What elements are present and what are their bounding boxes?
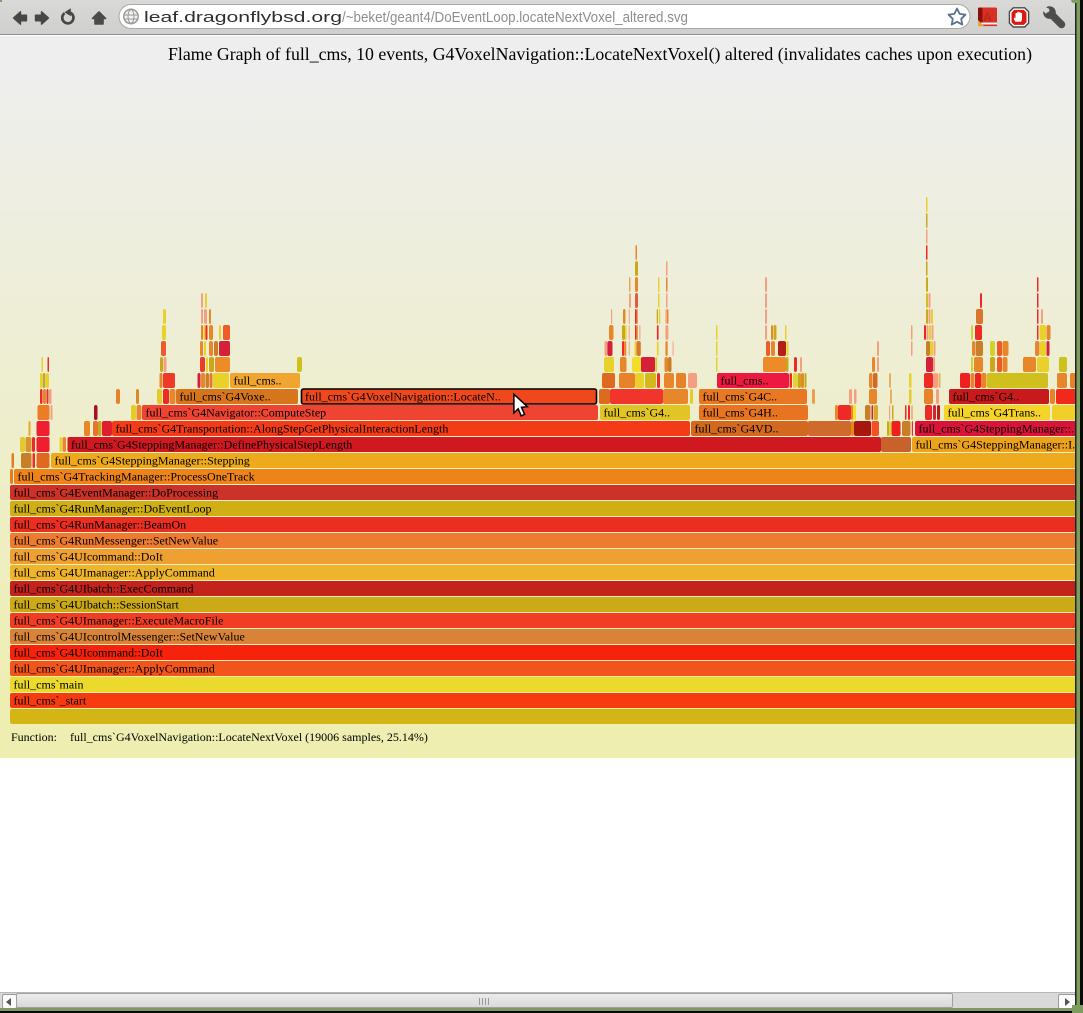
svg-text:full_cms`G4H..: full_cms`G4H.. (703, 406, 778, 420)
svg-text:full_cms`G4SteppingManager::..: full_cms`G4SteppingManager::.. (919, 422, 1076, 436)
svg-text:full_cms`G4Trans..: full_cms`G4Trans.. (948, 406, 1042, 420)
svg-text:full_cms`G4SteppingManager::De: full_cms`G4SteppingManager::DefinePhysic… (71, 438, 352, 452)
svg-text:full_cms`G4TrackingManager::Pr: full_cms`G4TrackingManager::ProcessOneTr… (18, 470, 255, 484)
svg-text:full_cms`_start: full_cms`_start (14, 694, 87, 708)
svg-text:full_cms`G4VoxelNavigation::Lo: full_cms`G4VoxelNavigation::LocateNextVo… (70, 730, 428, 744)
svg-text:full_cms`G4VD..: full_cms`G4VD.. (695, 422, 779, 436)
svg-text:full_cms`G4UImanager::ApplyCom: full_cms`G4UImanager::ApplyCommand (14, 662, 215, 676)
svg-text:full_cms`G4..: full_cms`G4.. (604, 406, 671, 420)
svg-text:full_cms`G4RunManager::BeamOn: full_cms`G4RunManager::BeamOn (14, 518, 187, 532)
svg-text:full_cms`G4UIbatch::ExecComman: full_cms`G4UIbatch::ExecCommand (14, 582, 194, 596)
svg-text:full_cms`G4VoxelNavigation::Lo: full_cms`G4VoxelNavigation::LocateN.. (305, 390, 501, 404)
svg-text:full_cms`G4Voxe..: full_cms`G4Voxe.. (180, 390, 271, 404)
svg-text:Flame Graph of full_cms, 10 ev: Flame Graph of full_cms, 10 events, G4Vo… (168, 44, 1032, 64)
svg-text:A: A (983, 10, 992, 24)
svg-text:full_cms`G4SteppingManager::St: full_cms`G4SteppingManager::Stepping (55, 454, 250, 468)
svg-text:full_cms`main: full_cms`main (14, 678, 84, 692)
svg-text:full_cms..: full_cms.. (721, 374, 769, 388)
svg-text:full_cms`G4RunMessenger::SetNe: full_cms`G4RunMessenger::SetNewValue (14, 534, 219, 548)
svg-text:full_cms`G4SteppingManager::I.: full_cms`G4SteppingManager::I.. (916, 438, 1076, 452)
svg-text:full_cms..: full_cms.. (234, 374, 282, 388)
svg-text:full_cms`G4UIcommand::DoIt: full_cms`G4UIcommand::DoIt (14, 550, 164, 564)
svg-text:/~beket/geant4/DoEventLoop.loc: /~beket/geant4/DoEventLoop.locateNextVox… (342, 9, 688, 26)
svg-text:Function:: Function: (11, 730, 57, 744)
svg-text:full_cms`G4RunManager::DoEvent: full_cms`G4RunManager::DoEventLoop (14, 502, 212, 516)
svg-text:full_cms`G4UIbatch::SessionSta: full_cms`G4UIbatch::SessionStart (14, 598, 180, 612)
svg-text:full_cms`G4C..: full_cms`G4C.. (703, 390, 778, 404)
svg-text:full_cms`G4EventManager::DoPro: full_cms`G4EventManager::DoProcessing (14, 486, 219, 500)
svg-text:full_cms`G4UImanager::ExecuteM: full_cms`G4UImanager::ExecuteMacroFile (14, 614, 224, 628)
svg-text:full_cms`G4UIcommand::DoIt: full_cms`G4UIcommand::DoIt (14, 646, 164, 660)
svg-text:full_cms`G4UImanager::ApplyCom: full_cms`G4UImanager::ApplyCommand (14, 566, 215, 580)
svg-text:leaf.dragonflybsd.org: leaf.dragonflybsd.org (144, 9, 342, 26)
svg-text:full_cms`G4UIcontrolMessenger:: full_cms`G4UIcontrolMessenger::SetNewVal… (14, 630, 245, 644)
svg-text:full_cms`G4..: full_cms`G4.. (953, 390, 1020, 404)
svg-text:full_cms`G4Navigator::ComputeS: full_cms`G4Navigator::ComputeStep (146, 406, 327, 420)
svg-text:full_cms`G4Transportation::Alo: full_cms`G4Transportation::AlongStepGetP… (116, 422, 449, 436)
